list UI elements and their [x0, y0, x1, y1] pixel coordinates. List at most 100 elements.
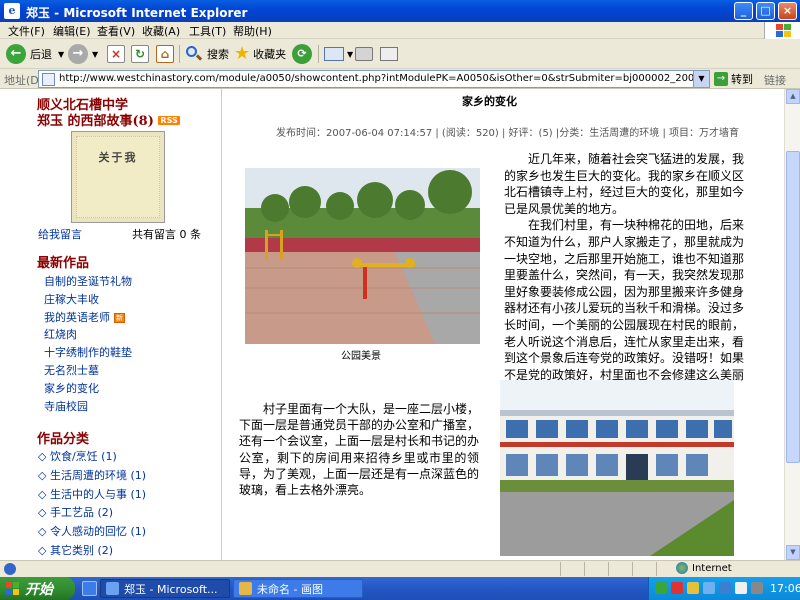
leave-message-link[interactable]: 给我留言: [38, 226, 82, 242]
status-bar: Internet: [0, 560, 800, 577]
start-button[interactable]: 开始: [0, 577, 75, 600]
sidebar: 顺义北石槽中学 郑玉 的西部故事(8) RSS 关于我 给我留言 共有留言 0 …: [0, 89, 222, 560]
history-icon: ⟳: [292, 44, 312, 64]
categories-title: 作品分类: [37, 432, 90, 447]
forward-button[interactable]: → ▼: [68, 43, 98, 65]
scroll-down-icon[interactable]: ▼: [786, 545, 800, 560]
volume-icon[interactable]: [735, 582, 747, 594]
message-count: 共有留言 0 条: [132, 228, 201, 241]
latest-works-list: 自制的圣诞节礼物 庄稼大丰收 我的英语老师新 红烧肉 十字绣制作的鞋垫 无名烈士…: [44, 273, 132, 415]
tray-icon[interactable]: [703, 582, 715, 594]
tray-icon[interactable]: [655, 582, 667, 594]
tray-icon[interactable]: [671, 582, 683, 594]
close-button[interactable]: ×: [778, 2, 797, 20]
chevron-down-icon[interactable]: ▼: [693, 71, 709, 87]
stop-icon: ×: [107, 45, 125, 63]
menu-favorites[interactable]: 收藏(A): [142, 23, 180, 39]
globe-icon: [676, 562, 688, 574]
go-button[interactable]: → 转到: [714, 71, 753, 87]
home-button[interactable]: ⌂: [156, 43, 174, 65]
list-item[interactable]: 自制的圣诞节礼物: [44, 273, 132, 291]
park-photo: [245, 168, 480, 344]
search-label: 搜索: [207, 48, 229, 61]
address-input[interactable]: http://www.westchinastory.com/module/a00…: [38, 70, 710, 88]
menu-file[interactable]: 文件(F): [8, 23, 45, 39]
back-arrow-icon: ←: [6, 44, 26, 64]
links-button[interactable]: 链接: [764, 72, 786, 88]
security-zone: Internet: [676, 562, 732, 574]
tray-icon[interactable]: [719, 582, 731, 594]
chevron-down-icon[interactable]: ▼: [92, 50, 98, 59]
chevron-down-icon[interactable]: ▼: [347, 50, 353, 59]
list-item[interactable]: 红烧肉: [44, 326, 132, 344]
article-title: 家乡的变化: [462, 95, 517, 108]
menu-help[interactable]: 帮助(H): [233, 23, 272, 39]
network-icon[interactable]: [751, 582, 763, 594]
refresh-button[interactable]: ↻: [131, 43, 149, 65]
photo-caption: 公园美景: [341, 351, 381, 362]
list-item[interactable]: 我的英语老师新: [44, 309, 132, 327]
mail-icon: [324, 47, 344, 61]
title-bar: e 郑玉 - Microsoft Internet Explorer _ □ ×: [0, 0, 800, 22]
task-paint-window[interactable]: 未命名 - 画图: [233, 579, 363, 598]
go-label: 转到: [731, 73, 753, 86]
edit-button[interactable]: [380, 43, 398, 65]
task-label: 郑玉 - Microsoft...: [124, 582, 218, 596]
search-button[interactable]: 搜索: [185, 43, 229, 65]
ie-status-icon: [4, 563, 16, 575]
taskbar: 开始 郑玉 - Microsoft... 未命名 - 画图 17:06: [0, 577, 800, 600]
back-label: 后退: [30, 48, 52, 61]
category-item[interactable]: ◇ 生活中的人与事 (1): [38, 486, 146, 505]
rss-badge[interactable]: RSS: [158, 116, 180, 125]
refresh-icon: ↻: [131, 45, 149, 63]
list-item[interactable]: 寺庙校园: [44, 398, 132, 416]
menu-edit[interactable]: 编辑(E): [53, 23, 91, 39]
system-tray: 17:06: [648, 577, 800, 600]
minimize-button[interactable]: _: [734, 2, 753, 20]
stop-button[interactable]: ×: [107, 43, 125, 65]
list-item[interactable]: 庄稼大丰收: [44, 291, 132, 309]
toolbar: ← 后退 ▼ → ▼ × ↻ ⌂ 搜索 ★ 收藏夹 ⟳ ▼: [0, 39, 800, 69]
list-item[interactable]: 家乡的变化: [44, 380, 132, 398]
latest-works-title: 最新作品: [37, 256, 90, 271]
favorites-label: 收藏夹: [253, 48, 287, 61]
tray-icon[interactable]: [687, 582, 699, 594]
new-badge: 新: [114, 312, 125, 323]
category-item[interactable]: ◇ 手工艺品 (2): [38, 504, 146, 523]
list-item[interactable]: 无名烈士墓: [44, 362, 132, 380]
list-item[interactable]: 十字绣制作的鞋垫: [44, 344, 132, 362]
category-item[interactable]: ◇ 令人感动的回忆 (1): [38, 523, 146, 542]
go-arrow-icon: →: [714, 72, 728, 86]
window-title: 郑玉 - Microsoft Internet Explorer: [26, 6, 248, 20]
mail-button[interactable]: ▼: [324, 43, 353, 65]
scroll-up-icon[interactable]: ▲: [786, 89, 800, 104]
category-item[interactable]: ◇ 其它类别 (2): [38, 542, 146, 560]
vertical-scrollbar[interactable]: ▲ ▼: [784, 89, 800, 560]
blog-title-text: 郑玉 的西部故事(8): [37, 114, 154, 129]
paint-task-icon: [239, 582, 252, 595]
ie-quicklaunch-icon[interactable]: [82, 581, 97, 596]
ie-task-icon: [106, 582, 119, 595]
maximize-button[interactable]: □: [756, 2, 775, 20]
chevron-down-icon[interactable]: ▼: [58, 50, 64, 59]
list-item-label: 我的英语老师: [44, 310, 110, 324]
scroll-thumb[interactable]: [786, 151, 800, 463]
menu-tools[interactable]: 工具(T): [189, 23, 226, 39]
menu-view[interactable]: 查看(V): [97, 23, 135, 39]
windows-logo-icon: [764, 22, 800, 39]
task-ie-window[interactable]: 郑玉 - Microsoft...: [100, 579, 230, 598]
favorites-button[interactable]: ★ 收藏夹: [234, 43, 286, 65]
zone-label: Internet: [692, 562, 732, 574]
forward-arrow-icon: →: [68, 44, 88, 64]
back-button[interactable]: ← 后退 ▼: [6, 43, 64, 65]
history-button[interactable]: ⟳: [292, 43, 312, 65]
task-label: 未命名 - 画图: [257, 582, 323, 596]
url-text: http://www.westchinastory.com/module/a00…: [59, 73, 694, 84]
blog-title[interactable]: 郑玉 的西部故事(8) RSS: [37, 110, 180, 129]
category-item[interactable]: ◇ 饮食/烹饪 (1): [38, 448, 146, 467]
paragraph: 在我们村里，有一块种棉花的田地，后来不知道为什么，那户人家搬走了，那里就成为一块…: [504, 218, 745, 398]
star-icon: ★: [234, 43, 251, 64]
windows-flag-icon: [6, 581, 20, 596]
print-button[interactable]: [355, 43, 373, 65]
category-item[interactable]: ◇ 生活周遭的环境 (1): [38, 467, 146, 486]
